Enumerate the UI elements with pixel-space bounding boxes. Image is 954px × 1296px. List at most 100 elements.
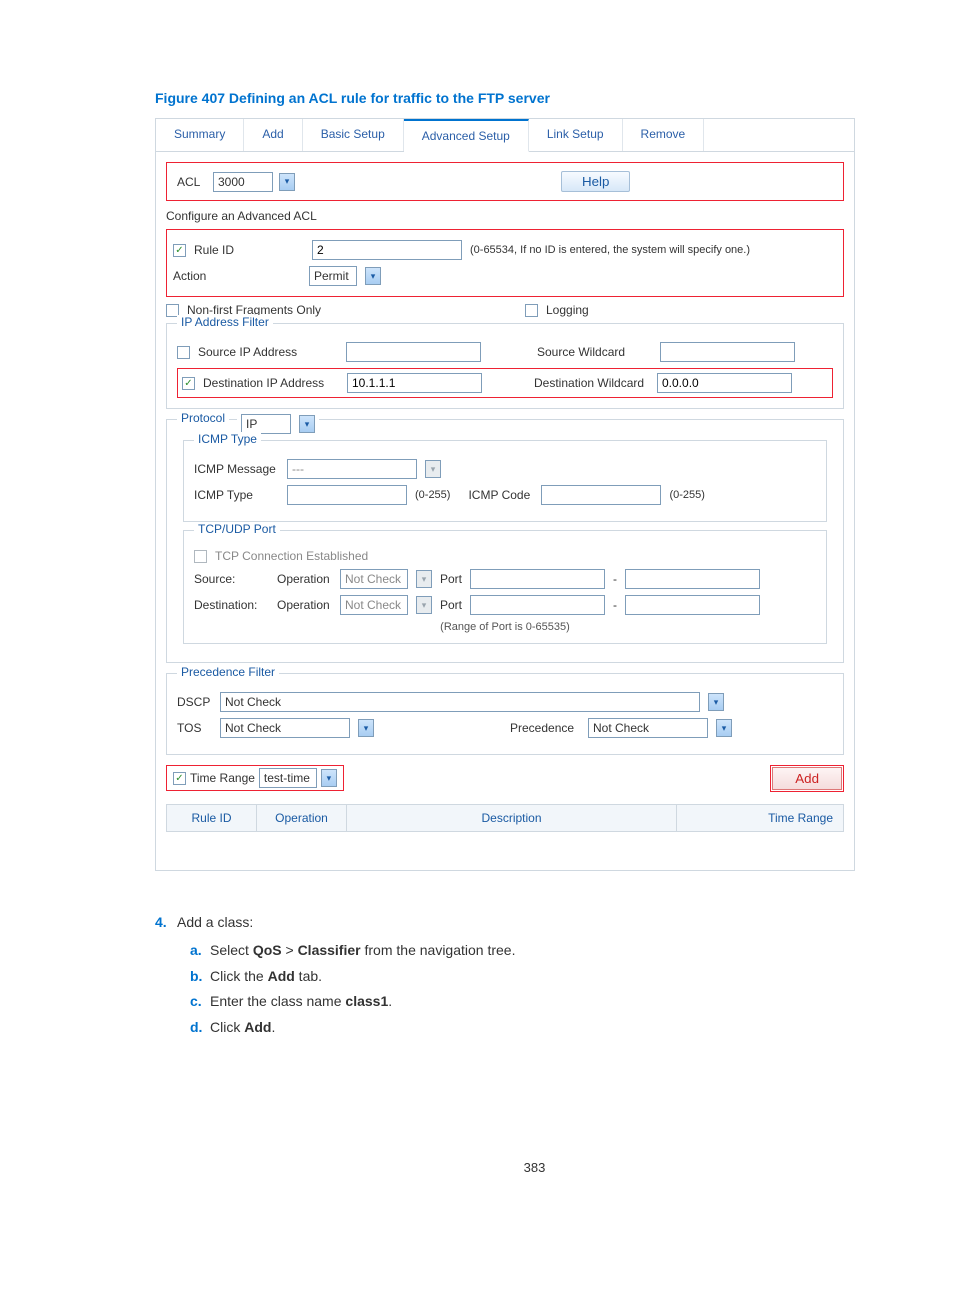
ip-filter-fieldset: IP Address Filter Source IP Address Sour… [166, 323, 844, 409]
tcp-source-label: Source: [194, 572, 269, 586]
tcp-established-label: TCP Connection Established [215, 549, 368, 563]
icmp-code-label: ICMP Code [468, 488, 533, 502]
prec-select[interactable]: Not Check [588, 718, 708, 738]
step-4-text: Add a class: [177, 914, 253, 930]
tab-bar: Summary Add Basic Setup Advanced Setup L… [156, 119, 854, 152]
dscp-select[interactable]: Not Check [220, 692, 700, 712]
step-4-number: 4. [155, 911, 177, 935]
chevron-down-icon: ▾ [416, 570, 432, 588]
timerange-select[interactable]: test-time [259, 768, 317, 788]
protocol-legend: Protocol [177, 411, 229, 425]
tcp-port-label2: Port [440, 598, 462, 612]
acl-select[interactable]: 3000 [213, 172, 273, 192]
protocol-select[interactable]: IP [241, 414, 291, 434]
protocol-fieldset: Protocol IP ▾ ICMP Type ICMP Message ---… [166, 419, 844, 663]
src-wildcard-label: Source Wildcard [537, 345, 652, 359]
tcp-dst-port1 [470, 595, 605, 615]
port-range-note: (Range of Port is 0-65535) [194, 621, 816, 633]
prec-label: Precedence [510, 721, 580, 735]
icmp-type-range: (0-255) [415, 489, 450, 501]
step-a-letter: a. [190, 939, 210, 963]
chevron-down-icon[interactable]: ▾ [299, 415, 315, 433]
icmp-code-input [541, 485, 661, 505]
action-select[interactable]: Permit [309, 266, 357, 286]
rule-id-checkbox[interactable]: ✓ [173, 244, 186, 257]
action-label: Action [173, 269, 301, 283]
dst-ip-checkbox[interactable]: ✓ [182, 377, 195, 390]
dash: - [613, 572, 617, 586]
tab-link[interactable]: Link Setup [529, 119, 623, 151]
tab-remove[interactable]: Remove [623, 119, 705, 151]
chevron-down-icon[interactable]: ▾ [358, 719, 374, 737]
config-heading: Configure an Advanced ACL [166, 209, 844, 223]
tab-add[interactable]: Add [244, 119, 302, 151]
icmp-legend: ICMP Type [194, 432, 261, 446]
col-time-range: Time Range [677, 805, 843, 831]
logging-label: Logging [546, 303, 589, 317]
src-ip-input[interactable] [346, 342, 481, 362]
tos-label: TOS [177, 721, 212, 735]
tcp-port-label: Port [440, 572, 462, 586]
tab-advanced[interactable]: Advanced Setup [404, 119, 529, 152]
rule-id-input[interactable] [312, 240, 462, 260]
acl-label: ACL [177, 175, 207, 189]
instructions: 4.Add a class: a.Select QoS > Classifier… [155, 911, 855, 1040]
chevron-down-icon: ▾ [425, 460, 441, 478]
dst-wildcard-input[interactable] [657, 373, 792, 393]
tcpudp-fieldset: TCP/UDP Port TCP Connection Established … [183, 530, 827, 644]
rule-id-hint: (0-65534, If no ID is entered, the syste… [470, 244, 750, 256]
tcp-src-port2 [625, 569, 760, 589]
tab-summary[interactable]: Summary [156, 119, 244, 151]
timerange-label: Time Range [190, 771, 255, 785]
dash2: - [613, 598, 617, 612]
timerange-checkbox[interactable]: ✓ [173, 772, 186, 785]
dscp-label: DSCP [177, 695, 212, 709]
logging-checkbox[interactable] [525, 304, 538, 317]
col-description: Description [347, 805, 677, 831]
col-rule-id: Rule ID [167, 805, 257, 831]
ip-filter-legend: IP Address Filter [177, 315, 273, 329]
precedence-legend: Precedence Filter [177, 665, 279, 679]
dst-ip-input[interactable] [347, 373, 482, 393]
icmp-fieldset: ICMP Type ICMP Message --- ▾ ICMP Type (… [183, 440, 827, 522]
add-button[interactable]: Add [772, 767, 842, 790]
chevron-down-icon[interactable]: ▾ [716, 719, 732, 737]
src-ip-label: Source IP Address [198, 345, 338, 359]
rule-id-label: Rule ID [194, 243, 304, 257]
tcp-dst-port2 [625, 595, 760, 615]
tos-select[interactable]: Not Check [220, 718, 350, 738]
chevron-down-icon[interactable]: ▾ [708, 693, 724, 711]
dst-ip-label: Destination IP Address [203, 376, 339, 390]
icmp-code-range: (0-255) [669, 489, 704, 501]
tab-basic[interactable]: Basic Setup [303, 119, 404, 151]
chevron-down-icon[interactable]: ▾ [321, 769, 337, 787]
figure-title: Figure 407 Defining an ACL rule for traf… [155, 90, 914, 106]
rule-table-header: Rule ID Operation Description Time Range [166, 804, 844, 832]
chevron-down-icon[interactable]: ▾ [365, 267, 381, 285]
icmp-type-label: ICMP Type [194, 488, 279, 502]
tcp-dest-label: Destination: [194, 598, 269, 612]
col-operation: Operation [257, 805, 347, 831]
tcp-op-label2: Operation [277, 598, 332, 612]
step-c-letter: c. [190, 990, 210, 1014]
chevron-down-icon: ▾ [416, 596, 432, 614]
step-d-letter: d. [190, 1016, 210, 1040]
dst-wildcard-label: Destination Wildcard [534, 376, 649, 390]
tcp-dst-op-select: Not Check [340, 595, 408, 615]
src-wildcard-input[interactable] [660, 342, 795, 362]
tcp-op-label: Operation [277, 572, 332, 586]
chevron-down-icon[interactable]: ▾ [279, 173, 295, 191]
tcp-established-checkbox [194, 550, 207, 563]
icmp-type-input [287, 485, 407, 505]
step-b-letter: b. [190, 965, 210, 989]
icmp-message-label: ICMP Message [194, 462, 279, 476]
icmp-message-select: --- [287, 459, 417, 479]
help-button[interactable]: Help [561, 171, 630, 192]
src-ip-checkbox[interactable] [177, 346, 190, 359]
page-number: 383 [155, 1160, 914, 1175]
tcp-src-port1 [470, 569, 605, 589]
precedence-fieldset: Precedence Filter DSCP Not Check ▾ TOS N… [166, 673, 844, 755]
tcp-src-op-select: Not Check [340, 569, 408, 589]
acl-panel: Summary Add Basic Setup Advanced Setup L… [155, 118, 855, 871]
tcpudp-legend: TCP/UDP Port [194, 522, 280, 536]
